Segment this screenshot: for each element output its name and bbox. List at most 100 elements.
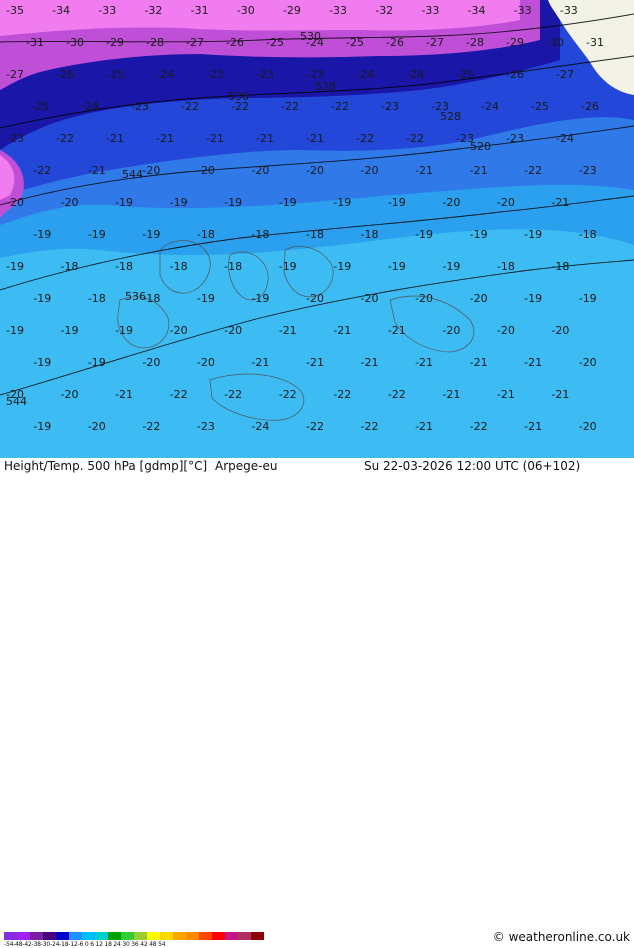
isotherm-label: -20 bbox=[142, 356, 160, 369]
isotherm-label: -23 bbox=[381, 100, 399, 113]
map-title: Height/Temp. 500 hPa [gdmp][°C] bbox=[4, 459, 208, 473]
isotherm-label: -19 bbox=[224, 196, 242, 209]
isotherm-label: -20 bbox=[361, 292, 379, 305]
isotherm-label: -20 bbox=[61, 196, 79, 209]
isotherm-label: -22 bbox=[524, 164, 542, 177]
isotherm-label: -31 bbox=[191, 4, 209, 17]
legend-swatch bbox=[225, 932, 238, 940]
isotherm-label: -22 bbox=[224, 388, 242, 401]
isotherm-label: -19 bbox=[279, 260, 297, 273]
isotherm-label: -18 bbox=[497, 260, 515, 273]
isotherm-label: -21 bbox=[333, 324, 351, 337]
isotherm-label: -23 bbox=[206, 68, 224, 81]
height-label: 536 bbox=[125, 290, 146, 303]
isotherm-label: -22 bbox=[331, 100, 349, 113]
isotherm-label: -23 bbox=[256, 68, 274, 81]
isotherm-label: -18 bbox=[251, 228, 269, 241]
isotherm-label: -19 bbox=[115, 324, 133, 337]
isotherm-label: -19 bbox=[470, 228, 488, 241]
legend-swatch bbox=[56, 932, 69, 940]
isotherm-label: -21 bbox=[251, 356, 269, 369]
isotherm-label: -19 bbox=[388, 196, 406, 209]
isotherm-label: -21 bbox=[497, 388, 515, 401]
isotherm-label: -19 bbox=[33, 292, 51, 305]
isotherm-label: -19 bbox=[170, 196, 188, 209]
isotherm-label: -19 bbox=[88, 228, 106, 241]
legend-swatch bbox=[82, 932, 95, 940]
isotherm-label: -19 bbox=[442, 260, 460, 273]
isotherm-label: -20 bbox=[142, 164, 160, 177]
isotherm-label: -19 bbox=[33, 356, 51, 369]
isotherm-label: -22 bbox=[181, 100, 199, 113]
isotherm-label: -35 bbox=[6, 4, 24, 17]
isotherm-label: -19 bbox=[142, 228, 160, 241]
isotherm-label: -22 bbox=[33, 164, 51, 177]
isotherm-label: -24 bbox=[481, 100, 499, 113]
isotherm-label: -26 bbox=[581, 100, 599, 113]
isotherm-label: -18 bbox=[579, 228, 597, 241]
isotherm-label: -19 bbox=[6, 324, 24, 337]
isotherm-label: -23 bbox=[579, 164, 597, 177]
isotherm-label: -25 bbox=[346, 36, 364, 49]
legend-swatch bbox=[134, 932, 147, 940]
legend-swatch bbox=[43, 932, 56, 940]
isotherm-label: -22 bbox=[388, 388, 406, 401]
isotherm-label: -18 bbox=[306, 228, 324, 241]
isotherm-label: -24 bbox=[251, 420, 269, 433]
isotherm-label: -27 bbox=[556, 68, 574, 81]
isotherm-label: -19 bbox=[33, 420, 51, 433]
isotherm-label: -33 bbox=[421, 4, 439, 17]
isotherm-label: -18 bbox=[551, 260, 569, 273]
isotherm-label: -23 bbox=[506, 132, 524, 145]
legend-swatch bbox=[17, 932, 30, 940]
isotherm-label: -21 bbox=[306, 356, 324, 369]
isotherm-label: -19 bbox=[197, 292, 215, 305]
isotherm-label: -25 bbox=[456, 68, 474, 81]
isotherm-label: -20 bbox=[88, 420, 106, 433]
weather-map: -35 -34 -33 -32 -31 -30 -29 -33 -32 -33 -34 -33 -33 -… bbox=[0, 0, 634, 458]
isotherm-label: -22 bbox=[281, 100, 299, 113]
isotherm-label: -22 bbox=[56, 132, 74, 145]
isotherm-label: -32 bbox=[375, 4, 393, 17]
isotherm-label: -19 bbox=[333, 196, 351, 209]
isotherm-label: -21 bbox=[524, 356, 542, 369]
isotherm-label: -22 bbox=[356, 132, 374, 145]
isotherm-label: -22 bbox=[142, 420, 160, 433]
isotherm-label: -27 bbox=[186, 36, 204, 49]
isotherm-label: -20 bbox=[497, 196, 515, 209]
isotherm-label: -21 bbox=[415, 164, 433, 177]
credit[interactable]: © weatheronline.co.uk bbox=[493, 930, 630, 944]
isotherm-label: -19 bbox=[6, 260, 24, 273]
isotherm-label: -26 bbox=[506, 68, 524, 81]
isotherm-label: -19 bbox=[333, 260, 351, 273]
height-label: 536 bbox=[228, 90, 249, 103]
isotherm-label: -20 bbox=[197, 356, 215, 369]
isotherm-label: -19 bbox=[88, 356, 106, 369]
isotherm-label: -22 bbox=[333, 388, 351, 401]
isotherm-label: -22 bbox=[306, 420, 324, 433]
legend-swatch bbox=[186, 932, 199, 940]
isotherm-label: -21 bbox=[551, 196, 569, 209]
isotherm-label: -29 bbox=[283, 4, 301, 17]
isotherm-label: -20 bbox=[306, 292, 324, 305]
isotherm-label: -21 bbox=[306, 132, 324, 145]
isotherm-label: -27 bbox=[6, 68, 24, 81]
isotherm-label: -19 bbox=[524, 228, 542, 241]
isotherm-label: -18 bbox=[61, 260, 79, 273]
legend-swatch bbox=[212, 932, 225, 940]
isotherm-label: -19 bbox=[251, 292, 269, 305]
isotherm-label: -21 bbox=[361, 356, 379, 369]
isotherm-label: -22 bbox=[170, 388, 188, 401]
isotherm-label: -19 bbox=[579, 292, 597, 305]
isotherm-label: -25 bbox=[31, 100, 49, 113]
isotherm-label: -20 bbox=[61, 388, 79, 401]
isotherm-label: -20 bbox=[251, 164, 269, 177]
isotherm-label: -30 bbox=[546, 36, 564, 49]
isotherm-label: -24 bbox=[356, 68, 374, 81]
isotherm-label: -31 bbox=[26, 36, 44, 49]
isotherm-label: -25 bbox=[106, 68, 124, 81]
isotherm-label: -22 bbox=[406, 132, 424, 145]
legend-swatch bbox=[108, 932, 121, 940]
legend-swatch bbox=[251, 932, 264, 940]
isotherm-label: -21 bbox=[106, 132, 124, 145]
